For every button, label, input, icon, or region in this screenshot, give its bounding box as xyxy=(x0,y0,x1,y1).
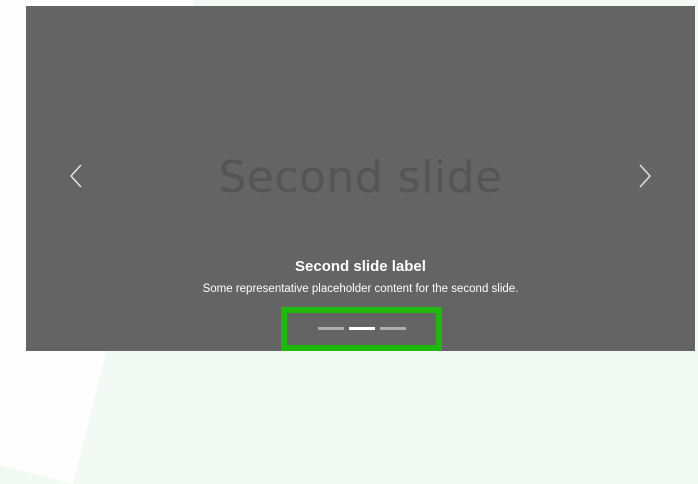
slide-caption-label: Second slide label xyxy=(295,258,426,275)
slide-caption: Second slide label Some representative p… xyxy=(26,258,695,295)
slide-placeholder-text: Second slide xyxy=(218,152,503,203)
carousel-prev-button[interactable] xyxy=(46,146,106,206)
chevron-right-icon xyxy=(639,164,651,188)
slide-caption-text: Some representative placeholder content … xyxy=(202,283,519,295)
chevron-left-icon xyxy=(70,164,82,188)
carousel-next-button[interactable] xyxy=(615,146,675,206)
image-carousel: Second slide Second slide label Some rep… xyxy=(26,6,695,351)
indicators-highlight-box xyxy=(281,307,442,351)
